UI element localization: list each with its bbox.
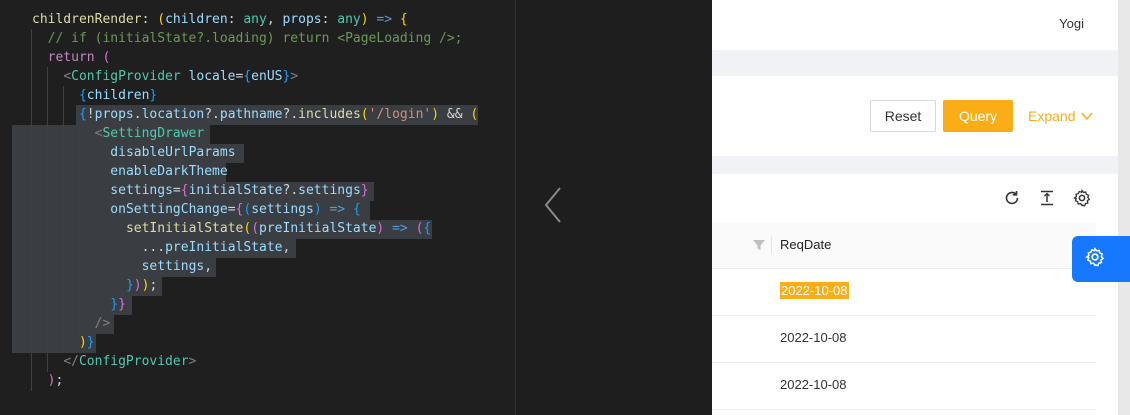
code-lines: childrenRender: (children: any, props: a… [0, 10, 478, 390]
code-line: {children} [78, 88, 158, 103]
query-button[interactable]: Query [943, 100, 1013, 132]
code-line: onSettingChange={(settings) => { [110, 202, 361, 217]
code-line: </ConfigProvider> [63, 354, 197, 369]
code-line: })); [125, 278, 158, 293]
reset-button[interactable]: Reset [870, 100, 936, 132]
code-line: return ( [47, 50, 111, 65]
code-line: ...preInitialState, [141, 240, 291, 255]
scrollbar[interactable] [1118, 0, 1130, 415]
table-row[interactable]: 2022-10-08 [712, 316, 1096, 363]
table-cell: 2022-10-08 [780, 377, 847, 392]
chevron-left-icon[interactable] [530, 180, 570, 230]
density-icon[interactable] [1037, 188, 1057, 208]
code-line: disableUrlParams [110, 145, 236, 160]
table-row[interactable]: 2022-10-08 [712, 363, 1096, 410]
table-header: ReqDate [712, 222, 1096, 269]
code-line: <ConfigProvider locale={enUS}> [63, 69, 299, 84]
code-line: <SettingDrawer [94, 126, 205, 141]
table-card: ReqDate 2022-10-08 2022-10-08 2022-10-08 [712, 174, 1118, 415]
code-line: }} [110, 297, 126, 312]
code-line: // if (initialState?.loading) return <Pa… [47, 31, 463, 46]
reload-icon[interactable] [1002, 188, 1022, 208]
table-row[interactable]: 2022-10-08 [712, 269, 1096, 316]
table-cell: 2022-10-08 [780, 282, 849, 299]
search-form: Reset Query Expand [712, 76, 1118, 156]
app-panel: Yogi Reset Query Expand ReqDate 2022-10-… [712, 0, 1130, 415]
expand-button[interactable]: Expand [1028, 100, 1104, 132]
code-editor[interactable]: childrenRender: (children: any, props: a… [0, 0, 516, 415]
code-line: enableDarkTheme [110, 164, 228, 179]
filter-icon[interactable] [752, 238, 766, 252]
code-line: settings={initialState?.settings} [110, 183, 369, 198]
code-line: /> [94, 316, 111, 331]
settings-icon[interactable] [1072, 188, 1092, 208]
column-divider [771, 236, 772, 254]
expand-label: Expand [1028, 108, 1076, 124]
settings-icon [1084, 246, 1106, 273]
floating-settings-button[interactable] [1072, 236, 1130, 282]
gutter [516, 0, 712, 415]
code-line: )} [78, 335, 95, 350]
code-line: settings, [141, 259, 213, 274]
username[interactable]: Yogi [1059, 16, 1084, 31]
code-line: childrenRender: (children: any, props: a… [32, 12, 408, 27]
column-header-reqdate[interactable]: ReqDate [780, 237, 831, 252]
top-header: Yogi [712, 0, 1118, 50]
code-line: {!props.location?.pathname?.includes('/l… [78, 107, 479, 122]
code-line: ); [47, 373, 64, 388]
code-line: setInitialState((preInitialState) => ({ [125, 221, 432, 236]
table-cell: 2022-10-08 [780, 330, 847, 345]
chevron-down-icon [1081, 108, 1094, 124]
